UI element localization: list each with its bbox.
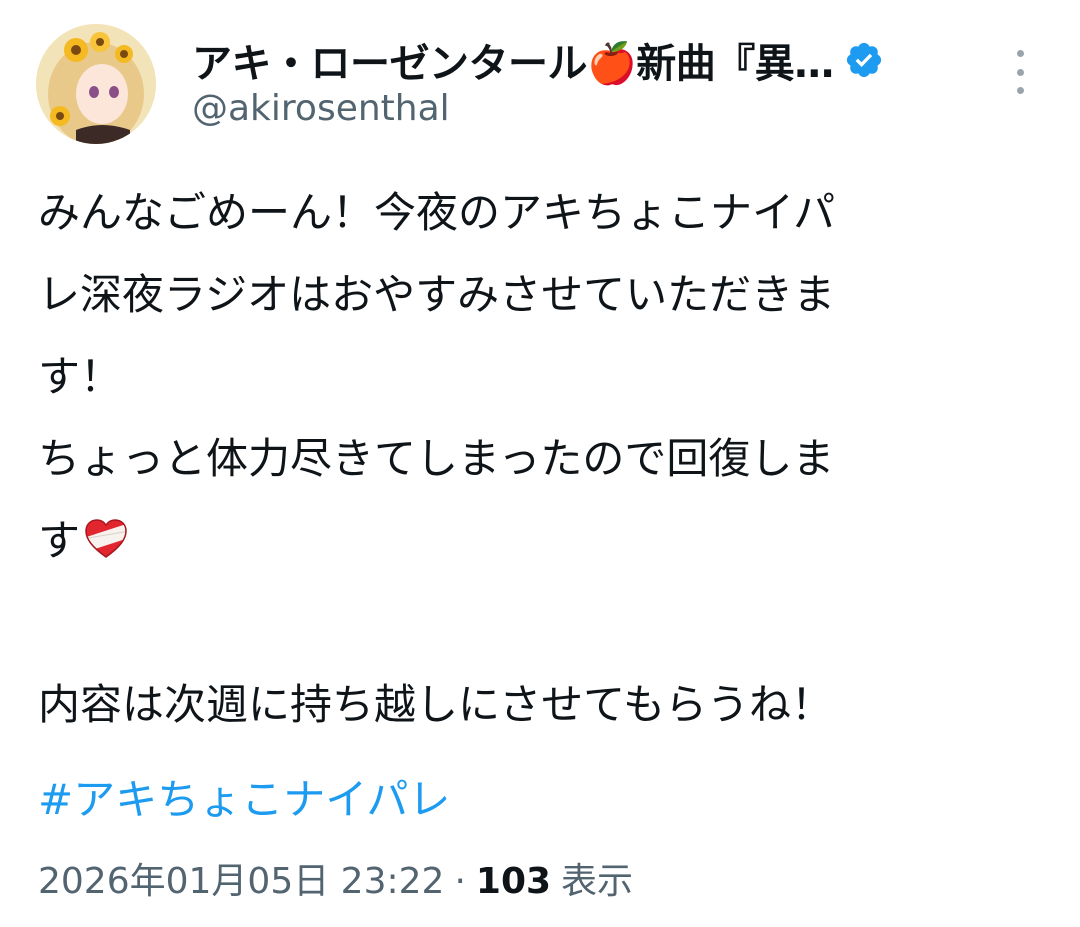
- author-display-name[interactable]: アキ・ローゼンタール🍎新曲『異…: [192, 31, 834, 89]
- views-label[interactable]: 表示: [561, 852, 633, 904]
- mending-heart-emoji-icon: [82, 508, 130, 558]
- more-dot: [1016, 50, 1024, 57]
- post-timestamp[interactable]: 2026年01月05日 23:22: [38, 852, 444, 904]
- avatar[interactable]: [36, 24, 156, 144]
- meta-separator: ·: [454, 861, 466, 902]
- post-text-line: レ深夜ラジオはおやすみさせていただきま: [38, 270, 836, 319]
- post-header: アキ・ローゼンタール🍎新曲『異… @akirosenthal: [0, 0, 1080, 170]
- post-body: みんなごめーん！今夜のアキちょこナイパ レ深夜ラジオはおやすみさせていただきま …: [38, 172, 1038, 746]
- author-handle[interactable]: @akirosenthal: [192, 88, 450, 129]
- hashtag-link[interactable]: #アキちょこナイパレ: [38, 766, 450, 827]
- post-meta: 2026年01月05日 23:22 · 103 表示: [38, 852, 633, 904]
- views-count[interactable]: 103: [476, 861, 551, 902]
- post-text-line: みんなごめーん！今夜のアキちょこナイパ: [38, 188, 836, 237]
- author-name-row[interactable]: アキ・ローゼンタール🍎新曲『異…: [192, 32, 884, 88]
- post-text-line: す！: [38, 352, 123, 401]
- post-text-line: ちょっと体力尽きてしまったので回復しま: [38, 434, 835, 483]
- more-dot: [1016, 68, 1024, 76]
- more-dot: [1016, 87, 1024, 94]
- post-text-fragment: す: [38, 516, 81, 565]
- verified-badge-icon[interactable]: [844, 40, 884, 80]
- more-options-icon[interactable]: [1004, 50, 1036, 94]
- post-text-blank-line: [38, 582, 1038, 664]
- post-text-line: 内容は次週に持ち越しにさせてもらうね！: [38, 680, 834, 729]
- post-text-line-with-emoji: す: [38, 500, 1038, 582]
